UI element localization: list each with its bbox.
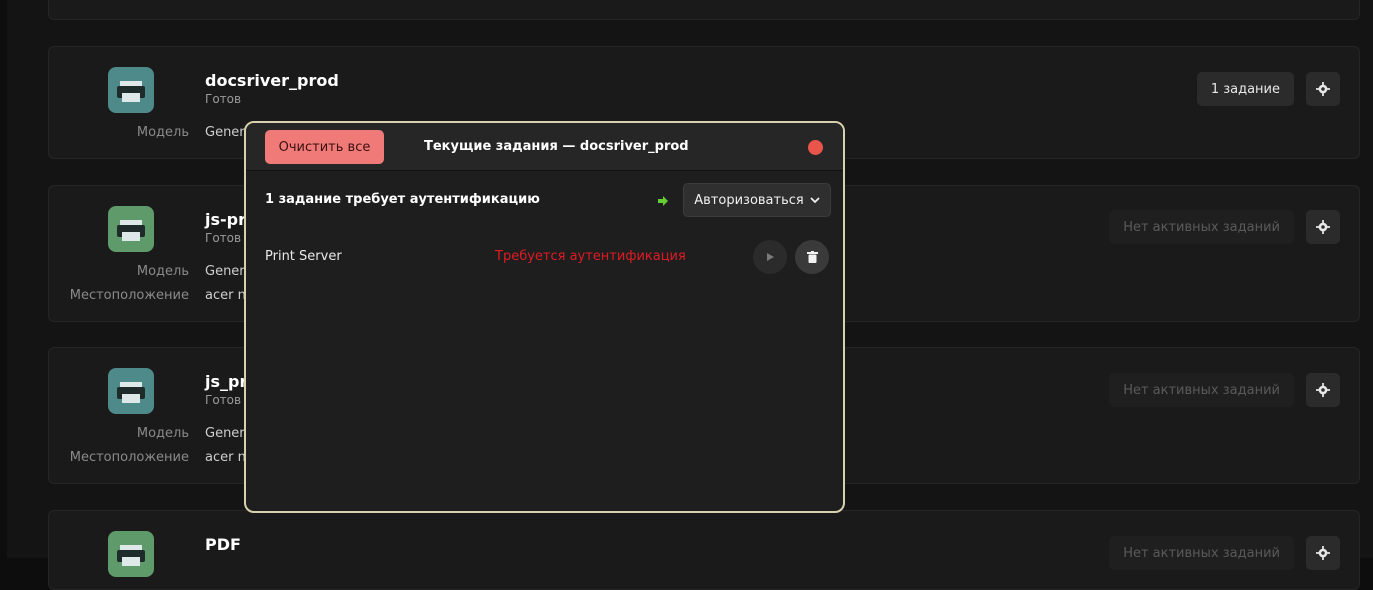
dialog-title: Текущие задания — docsriver_prod: [424, 139, 689, 154]
model-label: Модель: [136, 426, 189, 441]
printer-name: js_pr: [205, 372, 248, 391]
trash-icon: [806, 251, 818, 263]
jobs-button[interactable]: Нет активных заданий: [1109, 210, 1294, 244]
jobs-button[interactable]: Нет активных заданий: [1109, 373, 1294, 407]
printer-status: Готов: [205, 393, 242, 407]
delete-job-button[interactable]: [795, 240, 829, 274]
printer-settings-button[interactable]: [1306, 210, 1340, 244]
printer-icon: [108, 67, 154, 113]
printer-icon: [108, 368, 154, 414]
printer-card-top-partial: [48, 0, 1360, 20]
model-label: Модель: [136, 125, 189, 140]
authorize-label: Авторизоваться: [694, 192, 804, 208]
gear-icon: [1316, 220, 1330, 234]
location-value: acer n: [205, 450, 246, 465]
clear-all-button[interactable]: Очистить все: [265, 130, 384, 164]
resume-job-button[interactable]: [753, 240, 787, 274]
job-status: Требуется аутентификация: [495, 249, 686, 264]
play-icon: [767, 253, 774, 261]
printer-name: docsriver_prod: [205, 71, 339, 90]
printer-settings-button[interactable]: [1306, 536, 1340, 570]
printer-status: Готов: [205, 231, 242, 245]
auth-required-message: 1 задание требует аутентификацию: [265, 192, 540, 207]
location-label: Местоположение: [69, 288, 189, 303]
arrow-right-icon: [658, 196, 668, 206]
location-value: acer n: [205, 288, 246, 303]
location-label: Местоположение: [69, 450, 189, 465]
dialog-header: Очистить все Текущие задания — docsriver…: [246, 123, 843, 171]
printer-name: PDF: [205, 535, 241, 554]
printer-card-pdf: PDF Нет активных заданий: [48, 510, 1360, 590]
printer-icon: [108, 531, 154, 577]
model-value: Gener: [205, 125, 245, 140]
chevron-down-icon: [810, 197, 820, 204]
gear-icon: [1316, 383, 1330, 397]
gear-icon: [1316, 82, 1330, 96]
printer-icon: [108, 206, 154, 252]
authorize-button[interactable]: Авторизоваться: [683, 183, 831, 217]
print-jobs-dialog: Очистить все Текущие задания — docsriver…: [244, 121, 845, 513]
model-value: Gener: [205, 426, 245, 441]
job-name: Print Server: [265, 249, 342, 264]
printer-settings-button[interactable]: [1306, 373, 1340, 407]
model-label: Модель: [136, 264, 189, 279]
model-value: Gener: [205, 264, 245, 279]
printer-settings-button[interactable]: [1306, 72, 1340, 106]
printer-status: Готов: [205, 92, 242, 106]
jobs-button[interactable]: Нет активных заданий: [1109, 536, 1294, 570]
close-icon[interactable]: [808, 140, 823, 155]
jobs-button[interactable]: 1 задание: [1196, 72, 1294, 106]
